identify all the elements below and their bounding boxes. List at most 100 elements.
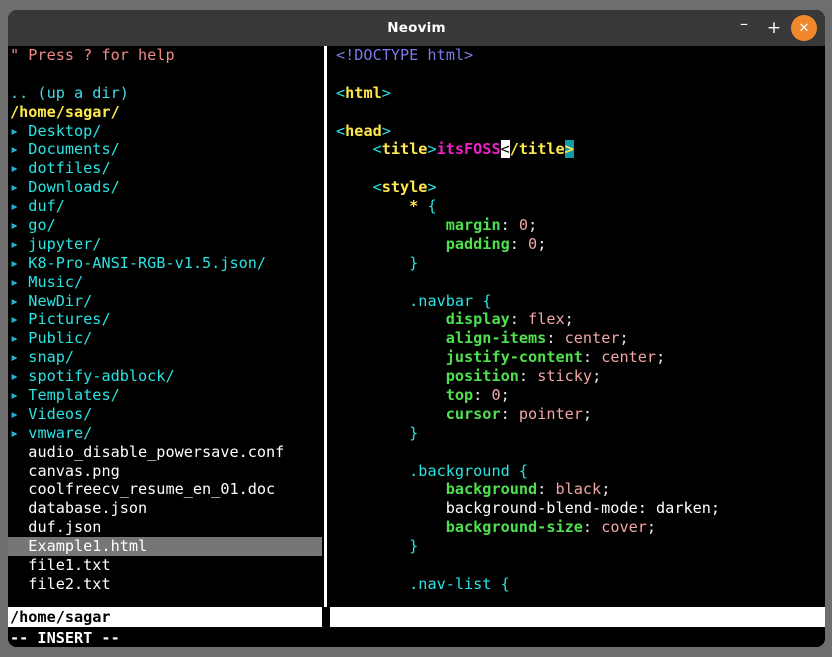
code-line[interactable]: .navbar { <box>330 292 825 311</box>
triangle-right-icon: ▸ <box>10 216 28 234</box>
code-line[interactable]: } <box>330 537 825 556</box>
code-line[interactable] <box>330 159 825 178</box>
explorer-item-file[interactable]: database.json <box>8 499 322 518</box>
code-token: ; <box>620 329 629 347</box>
code-token <box>336 462 409 480</box>
code-token: : <box>546 329 564 347</box>
window-split-separator[interactable] <box>322 46 330 607</box>
explorer-item-file[interactable]: coolfreecv_resume_en_01.doc <box>8 480 322 499</box>
explorer-item-directory[interactable]: ▸ Documents/ <box>8 140 322 159</box>
code-line[interactable]: <!DOCTYPE html> <box>330 46 825 65</box>
code-token: center <box>601 348 656 366</box>
code-line[interactable] <box>330 443 825 462</box>
code-line[interactable]: <html> <box>330 84 825 103</box>
explorer-item-directory[interactable]: ▸ spotify-adblock/ <box>8 367 322 386</box>
code-line[interactable]: padding: 0; <box>330 235 825 254</box>
explorer-file-indent <box>10 537 28 555</box>
code-line[interactable] <box>330 103 825 122</box>
explorer-item-directory[interactable]: ▸ go/ <box>8 216 322 235</box>
code-line[interactable] <box>330 65 825 84</box>
code-line[interactable]: position: sticky; <box>330 367 825 386</box>
code-line[interactable]: background-blend-mode: darken; <box>330 499 825 518</box>
code-token: background-blend-mode: darken; <box>336 499 720 517</box>
explorer-directory-label: vmware/ <box>28 424 92 442</box>
explorer-item-directory[interactable]: ▸ dotfiles/ <box>8 159 322 178</box>
explorer-item-directory[interactable]: ▸ duf/ <box>8 197 322 216</box>
explorer-item-directory[interactable]: ▸ vmware/ <box>8 424 322 443</box>
close-button[interactable]: ✕ <box>791 15 817 41</box>
code-token: <!DOCTYPE html> <box>336 46 473 64</box>
triangle-right-icon: ▸ <box>10 329 28 347</box>
code-line[interactable]: .nav-list { <box>330 575 825 594</box>
status-explorer-path: /home/sagar <box>8 607 322 627</box>
explorer-item-up-a-dir[interactable]: .. (up a dir) <box>8 84 322 103</box>
code-line[interactable]: margin: 0; <box>330 216 825 235</box>
explorer-item-file[interactable]: duf.json <box>8 518 322 537</box>
code-line[interactable]: } <box>330 424 825 443</box>
code-token: } <box>409 537 418 555</box>
triangle-right-icon: ▸ <box>10 122 28 140</box>
terminal-area: " Press ? for help.. (up a dir)/home/sag… <box>8 46 825 647</box>
code-token <box>336 254 409 272</box>
explorer-item-file[interactable]: audio_disable_powersave.conf <box>8 443 322 462</box>
code-line[interactable]: display: flex; <box>330 310 825 329</box>
explorer-item-file[interactable]: file2.txt <box>8 575 322 594</box>
code-token: display <box>446 310 510 328</box>
explorer-item-directory[interactable]: ▸ snap/ <box>8 348 322 367</box>
explorer-directory-label: Public/ <box>28 329 92 347</box>
code-token: : <box>510 235 528 253</box>
explorer-item-directory[interactable]: ▸ Templates/ <box>8 386 322 405</box>
code-editor-pane[interactable]: <!DOCTYPE html> <html> <head> <title>its… <box>330 46 825 607</box>
code-line[interactable]: align-items: center; <box>330 329 825 348</box>
code-token: < <box>336 178 382 196</box>
code-line[interactable]: <style> <box>330 178 825 197</box>
code-token: .navbar <box>409 292 473 310</box>
minimize-button[interactable]: – <box>731 11 757 46</box>
explorer-file-label: duf.json <box>28 518 101 536</box>
code-token: 0 <box>528 235 537 253</box>
code-line[interactable]: .background { <box>330 462 825 481</box>
code-line[interactable]: cursor: pointer; <box>330 405 825 424</box>
code-token <box>510 462 519 480</box>
explorer-item-file[interactable]: file1.txt <box>8 556 322 575</box>
code-line[interactable]: justify-content: center; <box>330 348 825 367</box>
explorer-item-directory[interactable]: ▸ Pictures/ <box>8 310 322 329</box>
explorer-item-directory[interactable]: ▸ Downloads/ <box>8 178 322 197</box>
code-token: : <box>501 405 519 423</box>
file-explorer-pane[interactable]: " Press ? for help.. (up a dir)/home/sag… <box>8 46 322 607</box>
code-token: : <box>583 518 601 536</box>
maximize-button[interactable]: + <box>761 15 787 41</box>
code-line[interactable]: } <box>330 254 825 273</box>
explorer-item-directory[interactable]: ▸ Music/ <box>8 273 322 292</box>
code-token: : <box>537 480 555 498</box>
code-line[interactable]: background-size: cover; <box>330 518 825 537</box>
code-token <box>336 329 446 347</box>
code-token <box>336 575 409 593</box>
code-line[interactable]: background: black; <box>330 480 825 499</box>
code-line[interactable]: * { <box>330 197 825 216</box>
code-token: head <box>345 122 382 140</box>
code-token: cursor <box>446 405 501 423</box>
explorer-directory-label: go/ <box>28 216 55 234</box>
explorer-item-file[interactable]: Example1.html <box>8 537 322 556</box>
explorer-item-directory[interactable]: ▸ K8-Pro-ANSI-RGB-v1.5.json/ <box>8 254 322 273</box>
explorer-item-directory[interactable]: ▸ NewDir/ <box>8 292 322 311</box>
code-token: background <box>446 480 537 498</box>
code-line[interactable] <box>330 556 825 575</box>
neovim-window: Neovim – + ✕ " Press ? for help.. (up a … <box>8 10 825 647</box>
explorer-item-directory[interactable]: ▸ Videos/ <box>8 405 322 424</box>
explorer-current-path: /home/sagar/ <box>8 103 322 122</box>
code-line[interactable] <box>330 273 825 292</box>
command-line[interactable]: -- INSERT -- <box>8 627 825 647</box>
explorer-item-directory[interactable]: ▸ Desktop/ <box>8 122 322 141</box>
explorer-item-directory[interactable]: ▸ Public/ <box>8 329 322 348</box>
code-token <box>336 367 446 385</box>
code-line[interactable]: <head> <box>330 122 825 141</box>
explorer-item-directory[interactable]: ▸ jupyter/ <box>8 235 322 254</box>
code-line[interactable]: <title>itsFOSS</title> <box>330 140 825 159</box>
code-token <box>336 518 446 536</box>
code-token: ; <box>647 518 656 536</box>
code-line[interactable]: top: 0; <box>330 386 825 405</box>
explorer-item-file[interactable]: canvas.png <box>8 462 322 481</box>
code-token: { <box>501 575 510 593</box>
